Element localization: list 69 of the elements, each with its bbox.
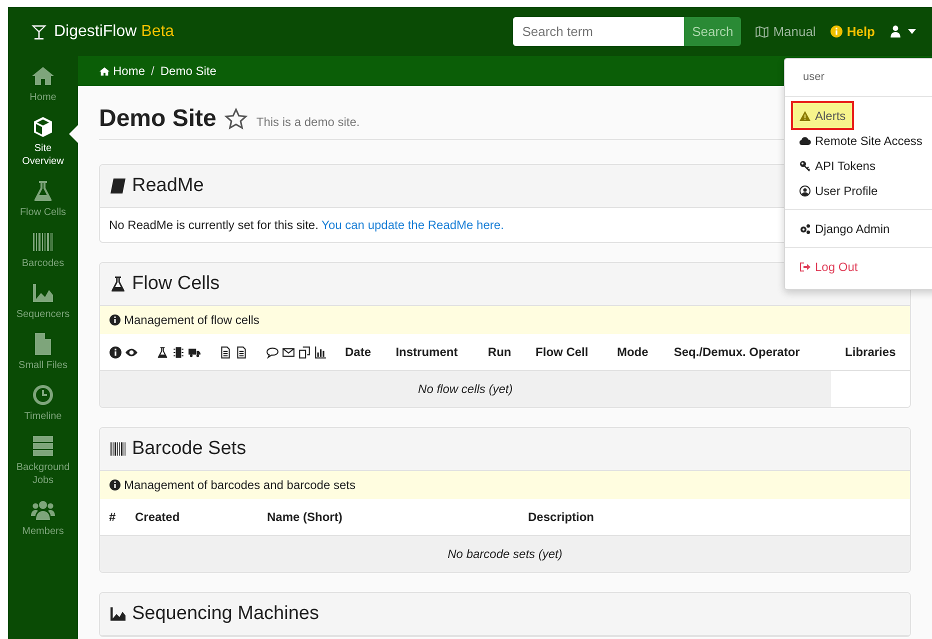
menu-header: user — [802, 70, 826, 85]
area-chart-icon — [31, 281, 55, 305]
envelope-icon — [282, 346, 295, 358]
sidebar-item[interactable]: Barcodes — [8, 226, 78, 277]
key-icon — [799, 160, 811, 172]
warning-icon — [799, 110, 811, 122]
card-title: Sequencing Machines — [132, 603, 319, 625]
info-icon — [109, 346, 122, 358]
breadcrumb-separator: / — [151, 64, 154, 78]
bar-chart-icon — [314, 346, 327, 358]
server-icon — [31, 434, 55, 458]
cloud-icon — [799, 134, 811, 146]
card-title: Barcode Sets — [132, 438, 246, 460]
menu-item[interactable]: API Tokens — [793, 153, 882, 178]
sidebar-item[interactable]: Background Jobs — [8, 430, 78, 494]
sidebar-item[interactable]: Members — [8, 494, 78, 545]
card-title: ReadMe — [132, 175, 204, 197]
caret-icon — [908, 29, 916, 34]
empty-table-message: No barcode sets (yet) — [100, 536, 910, 572]
card-title: Flow Cells — [132, 273, 220, 295]
clock-icon — [31, 383, 55, 407]
info-icon — [109, 479, 121, 491]
sidebar-item[interactable]: Timeline — [8, 379, 78, 430]
page-title: Demo Site — [99, 105, 216, 133]
document-icon — [235, 346, 248, 358]
user-menu-button[interactable] — [889, 25, 916, 38]
logout-icon — [799, 260, 811, 272]
menu-item[interactable]: Alerts — [793, 103, 852, 128]
page-subtitle: This is a demo site. — [256, 115, 360, 129]
brand-logo-text[interactable]: DigestiFlow Beta — [54, 22, 174, 40]
empty-table-message: No flow cells (yet) — [100, 370, 831, 407]
user-icon — [889, 25, 902, 38]
menu-item[interactable]: Django Admin — [793, 216, 896, 241]
copy-icon — [298, 346, 311, 358]
info-text: Management of barcodes and barcode sets — [124, 478, 356, 492]
eye-icon — [125, 346, 138, 358]
flask-icon — [156, 346, 169, 358]
sidebar-item[interactable]: Home — [8, 60, 78, 111]
help-link[interactable]: Help — [830, 24, 875, 39]
sidebar-item[interactable]: Sequencers — [8, 277, 78, 328]
update-readme-link[interactable]: You can update the ReadMe here. — [322, 218, 504, 232]
menu-item[interactable]: Remote Site Access — [793, 128, 928, 153]
search-field[interactable]: Search term — [513, 17, 684, 46]
menu-item[interactable]: User Profile — [793, 178, 884, 203]
map-icon — [755, 24, 770, 38]
barcode-icon — [31, 230, 55, 254]
menu-item[interactable]: Log Out — [793, 254, 864, 279]
info-text: Management of flow cells — [124, 313, 260, 327]
document-icon — [219, 346, 232, 358]
user-circle-icon — [799, 184, 811, 196]
star-icon[interactable] — [224, 107, 248, 131]
barcode-icon — [109, 440, 127, 458]
cube-icon — [31, 115, 55, 139]
breadcrumb-link[interactable]: Home — [99, 64, 146, 78]
home-icon — [31, 64, 55, 88]
search-button[interactable]: Search — [684, 17, 742, 46]
sidebar-item[interactable]: Flow Cells — [8, 175, 78, 226]
flask-icon — [109, 275, 127, 293]
area-chart-icon — [109, 605, 127, 623]
home-icon — [99, 66, 110, 76]
speech-bubble-icon — [266, 346, 279, 358]
info-icon — [109, 314, 121, 326]
users-icon — [31, 498, 55, 522]
sidebar-item[interactable]: Small Files — [8, 328, 78, 379]
chip-icon — [172, 346, 185, 358]
truck-icon — [188, 346, 201, 358]
manual-link[interactable]: Manual — [755, 24, 816, 39]
breadcrumb-link[interactable]: Demo Site — [160, 64, 216, 78]
info-icon — [830, 25, 843, 38]
